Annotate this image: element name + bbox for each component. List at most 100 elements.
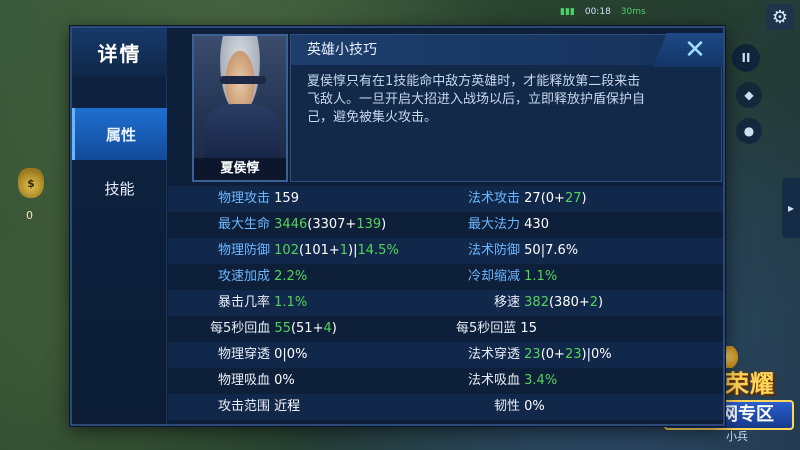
side-expand-tab[interactable]: ▸ [782,178,800,238]
stat-left: 每5秒回血 55(51+4) [210,316,337,342]
stat-left: 物理穿透 0|0% [218,342,307,368]
hero-cloak [204,104,280,164]
stat-value: 0% [524,399,545,414]
stat-value: ) [581,191,587,206]
detail-sidebar: 属性 技能 [72,76,167,424]
stat-label: 每5秒回蓝 [456,321,517,336]
stat-right: 法术吸血 3.4% [468,368,557,394]
chat-icon[interactable]: ● [736,118,762,144]
stat-right: 最大法力 430 [468,212,549,238]
stat-value: 159 [274,191,299,206]
stat-label: 法术攻击 [468,191,521,206]
hero-detail-panel: 详情 属性 技能 夏侯惇 英雄小技巧 夏侯惇只有在1技能命中敌方英雄时，才能释放… [70,26,725,426]
stat-left: 攻击范围 近程 [218,394,300,420]
stat-row: 物理攻击 159 法术攻击 27(0+27) [168,186,723,212]
stat-right: 法术攻击 27(0+27) [468,186,587,212]
stat-value: 27(0+ [524,191,565,206]
gear-icon: ⚙ [771,6,789,28]
stat-value: 2 [589,295,599,310]
tab-attributes[interactable]: 属性 [72,108,167,160]
stat-row: 物理穿透 0|0% 法术穿透 23(0+23)|0% [168,342,723,368]
stat-label: 物理防御 [218,243,271,258]
hero-tip-box: 英雄小技巧 夏侯惇只有在1技能命中敌方英雄时，才能释放第二段来击飞敌人。一旦开启… [290,33,723,182]
stat-left: 物理吸血 0% [218,368,295,394]
hud-top-bar: ▮▮▮ 00:18 30ms [540,0,800,24]
stat-value: 1.1% [524,269,558,284]
stat-label: 最大法力 [468,217,521,232]
stat-value: ) [331,321,337,336]
stat-label: 每5秒回血 [210,321,271,336]
stat-label: 最大生命 [218,217,271,232]
stat-value: 23 [524,347,541,362]
stat-row: 每5秒回血 55(51+4) 每5秒回蓝 15 [168,316,723,342]
stat-value: 3446 [274,217,308,232]
stat-right: 法术防御 50|7.6% [468,238,578,264]
stat-value: 4 [323,321,332,336]
pause-button[interactable]: II [732,44,760,72]
stat-left: 物理攻击 159 [218,186,299,212]
stat-row: 暴击几率 1.1% 移速 382(380+2) [168,290,723,316]
stat-value: 15 [520,321,537,336]
stat-row: 攻速加成 2.2% 冷却缩减 1.1% [168,264,723,290]
stat-label: 法术穿透 [468,347,521,362]
stat-value: (0+ [540,347,565,362]
gold-bag-icon[interactable]: $ [18,168,44,198]
stat-label: 韧性 [494,399,521,414]
hero-name: 夏侯惇 [194,158,286,180]
stat-value: 27 [564,191,582,206]
stat-right: 每5秒回蓝 15 [456,316,537,342]
stat-value: 3.4% [524,373,558,388]
game-timer: 00:18 [584,7,611,17]
stat-label: 物理攻击 [218,191,271,206]
stat-left: 最大生命 3446(3307+139) [218,212,386,238]
stat-value: 0|0% [274,347,308,362]
stat-value: 382 [524,295,549,310]
stat-value: 14.5% [357,243,399,258]
eyepatch-band [220,76,266,84]
stat-label: 法术防御 [468,243,521,258]
stat-right: 移速 382(380+2) [494,290,603,316]
close-icon: ✕ [684,35,706,65]
stat-value: ) [598,295,604,310]
stat-value: 1.1% [274,295,308,310]
stat-right: 法术穿透 23(0+23)|0% [468,342,612,368]
stat-value: 1 [339,243,349,258]
gold-count: 0 [26,209,33,222]
stat-left: 暴击几率 1.1% [218,290,307,316]
stat-left: 攻速加成 2.2% [218,264,307,290]
stat-value: 0% [274,373,295,388]
stats-table: 物理攻击 159 法术攻击 27(0+27) 最大生命 3446(3307+139)… [168,186,723,424]
tab-skills[interactable]: 技能 [72,162,167,214]
stat-value: 55 [274,321,291,336]
stat-label: 法术吸血 [468,373,521,388]
stat-value: (51+ [290,321,324,336]
stat-value: (3307+ [307,217,357,232]
stat-value: )|0% [581,347,612,362]
stat-value: 430 [524,217,549,232]
settings-button[interactable]: ⚙ [766,4,794,30]
stat-row: 物理防御 102(101+1)|14.5% 法术防御 50|7.6% [168,238,723,264]
stat-value: (101+ [298,243,340,258]
stat-label: 攻速加成 [218,269,271,284]
stat-right: 韧性 0% [494,394,545,420]
stat-value: 50|7.6% [524,243,579,258]
horn-icon[interactable]: ◆ [736,82,762,108]
stat-row: 攻击范围 近程 韧性 0% [168,394,723,420]
stat-label: 移速 [494,295,521,310]
stat-value: (380+ [548,295,590,310]
stat-value: 139 [356,217,382,232]
stat-left: 物理防御 102(101+1)|14.5% [218,238,399,264]
stat-label: 物理穿透 [218,347,271,362]
signal-icon: ▮▮▮ [560,7,575,17]
stat-label: 冷却缩减 [468,269,521,284]
stat-row: 物理吸血 0% 法术吸血 3.4% [168,368,723,394]
stat-value: 23 [564,347,582,362]
stat-row: 最大生命 3446(3307+139) 最大法力 430 [168,212,723,238]
gold-symbol: $ [27,176,35,190]
stat-value: 102 [274,243,299,258]
stat-label: 暴击几率 [218,295,271,310]
stat-label: 物理吸血 [218,373,271,388]
hero-portrait: 夏侯惇 [192,34,288,182]
panel-title: 详情 [72,28,167,76]
stat-value: ) [381,217,387,232]
